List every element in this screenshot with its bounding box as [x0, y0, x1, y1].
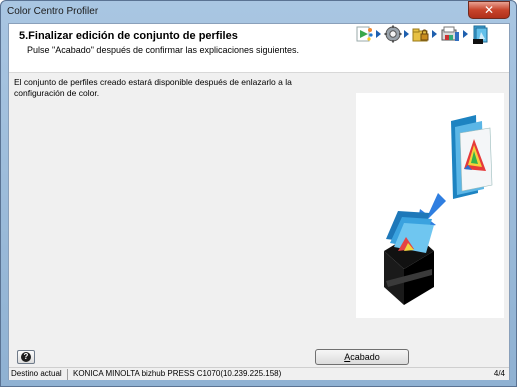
help-icon: ? [21, 352, 31, 362]
wizard-header: 5.Finalizar edición de conjunto de perfi… [9, 24, 509, 73]
profile-set-icon [471, 25, 489, 44]
step-arrow-icon [404, 30, 409, 38]
wizard-panel: 5.Finalizar edición de conjunto de perfi… [8, 23, 510, 380]
title-bar[interactable]: Color Centro Profiler ✕ [1, 1, 516, 23]
step-arrow-icon [463, 30, 468, 38]
window-title: Color Centro Profiler [7, 6, 99, 17]
media-play-icon [356, 25, 374, 43]
description-text: El conjunto de perfiles creado estará di… [14, 77, 292, 98]
finish-button[interactable]: Acabado [315, 349, 409, 365]
printer-profile-icon [440, 25, 460, 43]
step-arrow-icon [432, 30, 437, 38]
folder-lock-icon [412, 25, 430, 43]
page-subtitle: Pulse "Acabado" después de confirmar las… [27, 45, 300, 55]
status-bar: Destino actual KONICA MINOLTA bizhub PRE… [9, 367, 509, 380]
help-button[interactable]: ? [17, 350, 35, 364]
wizard-steps [352, 25, 507, 49]
status-page-indicator: 4/4 [493, 369, 505, 378]
app-window: Color Centro Profiler ✕ 5.Finalizar edic… [0, 0, 517, 387]
status-label: Destino actual [11, 369, 62, 378]
folder-profile-icon [451, 115, 493, 199]
finish-label-post: cabado [350, 352, 380, 362]
profile-box-icon [384, 211, 434, 305]
gear-icon [384, 25, 402, 43]
status-divider [67, 369, 68, 380]
close-button[interactable]: ✕ [468, 1, 510, 19]
profile-set-illustration [356, 93, 504, 318]
status-device: KONICA MINOLTA bizhub PRESS C1070(10.239… [73, 369, 282, 378]
page-title: 5.Finalizar edición de conjunto de perfi… [19, 30, 238, 42]
close-icon: ✕ [483, 3, 495, 17]
step-arrow-icon [376, 30, 381, 38]
